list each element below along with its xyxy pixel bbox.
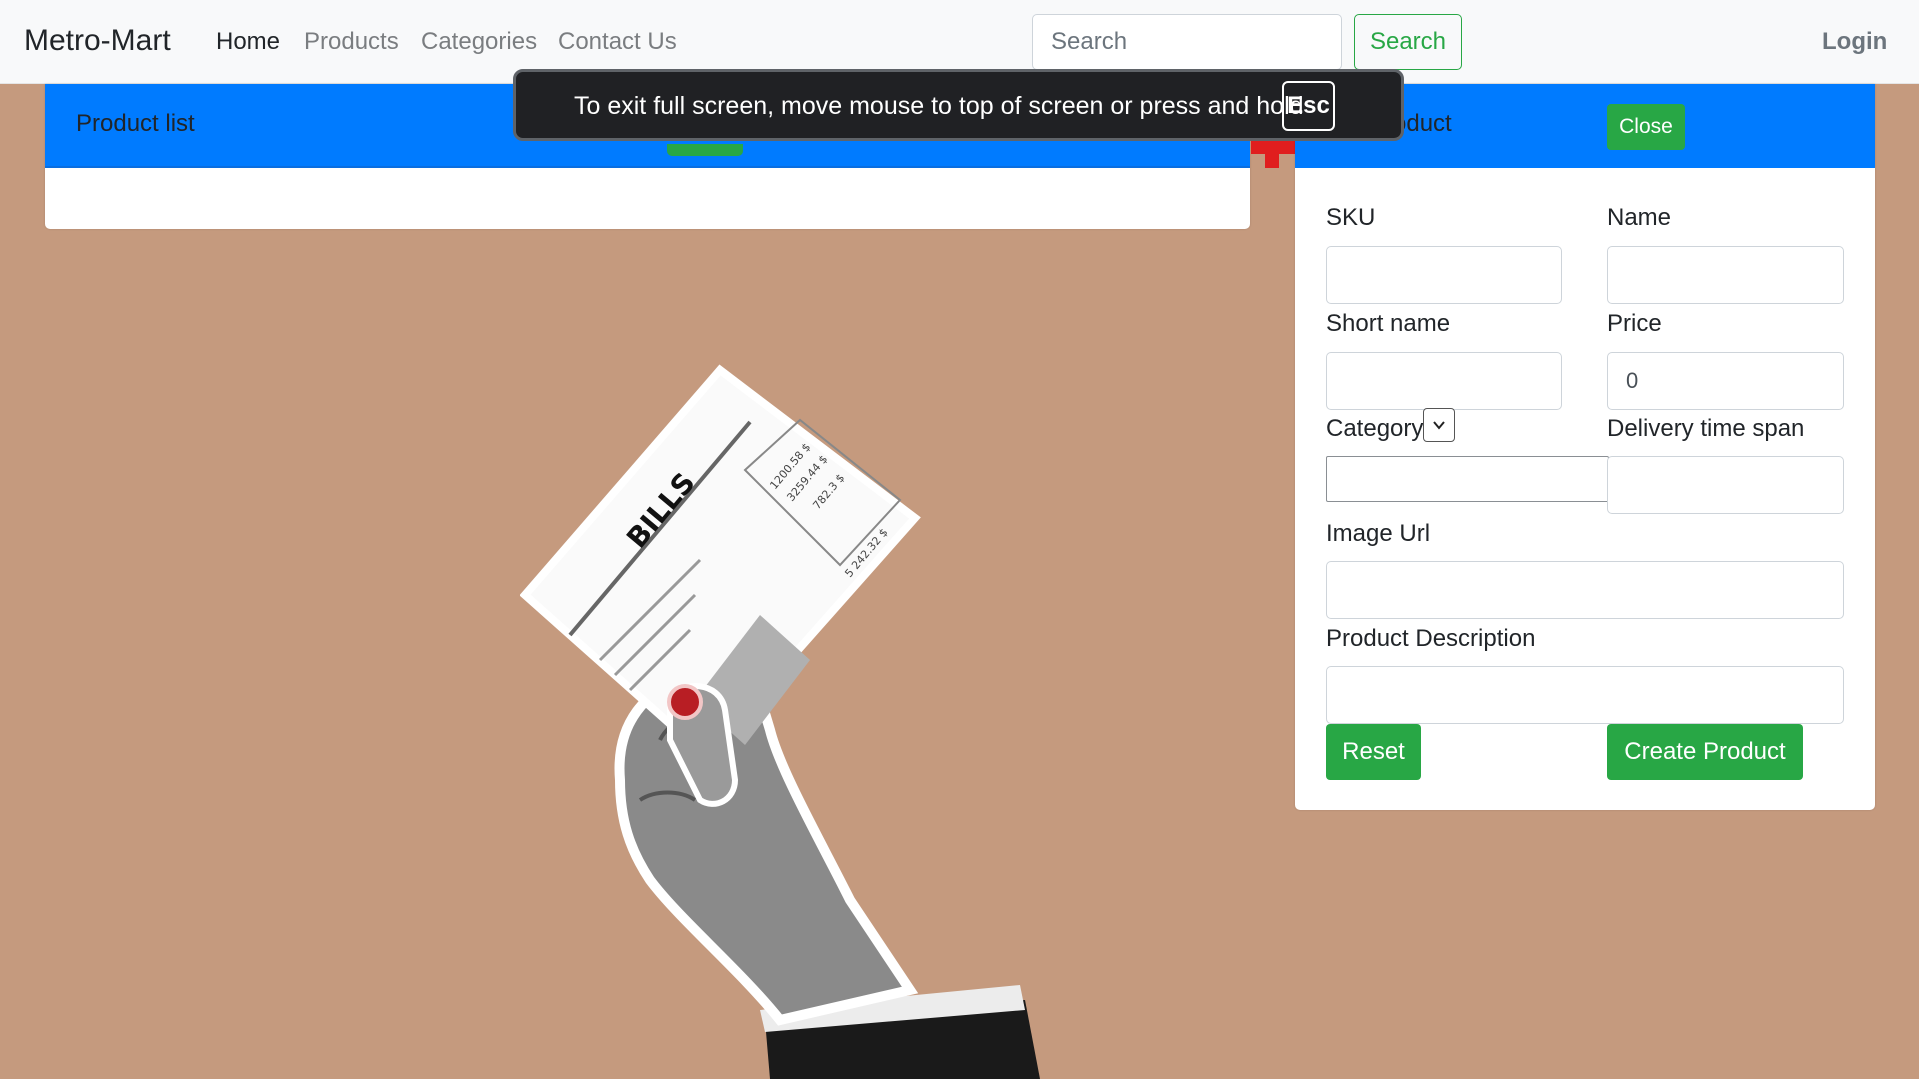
description-label: Product Description: [1326, 625, 1536, 652]
login-link[interactable]: Login: [1822, 28, 1887, 56]
nav-contact-us[interactable]: Contact Us: [558, 28, 677, 56]
delivery-input[interactable]: [1607, 456, 1844, 514]
category-label: Category: [1326, 415, 1424, 442]
nav-home[interactable]: Home: [216, 28, 280, 56]
category-select[interactable]: [1423, 408, 1455, 442]
search-button[interactable]: Search: [1354, 14, 1462, 70]
category-input[interactable]: [1326, 456, 1609, 502]
sku-input[interactable]: [1326, 246, 1562, 304]
chevron-down-icon: [1433, 421, 1445, 430]
pin-icon: [667, 684, 703, 720]
description-input[interactable]: [1326, 666, 1844, 724]
toast-message: To exit full screen, move mouse to top o…: [574, 92, 1304, 120]
bill-hand-illustration: BILLS 1200.58 $ 3259.44 $ 782.3 $ 5 242.…: [520, 364, 1040, 1079]
create-product-card: oduct Close SKU Name Short name Price 0 …: [1295, 84, 1875, 810]
esc-key-badge: Esc: [1282, 81, 1335, 131]
delivery-label: Delivery time span: [1607, 415, 1805, 442]
name-label: Name: [1607, 204, 1672, 231]
fullscreen-toast: To exit full screen, move mouse to top o…: [513, 69, 1404, 141]
brand-logo[interactable]: Metro-Mart: [24, 24, 171, 58]
name-input[interactable]: [1607, 246, 1844, 304]
reset-button[interactable]: Reset: [1326, 724, 1421, 780]
short-name-label: Short name: [1326, 310, 1451, 337]
price-label: Price: [1607, 310, 1662, 337]
sku-label: SKU: [1326, 204, 1376, 231]
image-url-label: Image Url: [1326, 520, 1431, 547]
add-product-button[interactable]: [667, 144, 743, 156]
nav-categories[interactable]: Categories: [421, 28, 537, 56]
close-button[interactable]: Close: [1607, 104, 1685, 150]
price-input[interactable]: 0: [1607, 352, 1844, 410]
product-list-title: Product list: [76, 110, 195, 137]
short-name-input[interactable]: [1326, 352, 1562, 410]
nav-products[interactable]: Products: [304, 28, 399, 56]
image-url-input[interactable]: [1326, 561, 1844, 619]
create-product-button[interactable]: Create Product: [1607, 724, 1803, 780]
search-input[interactable]: Search: [1032, 14, 1342, 70]
